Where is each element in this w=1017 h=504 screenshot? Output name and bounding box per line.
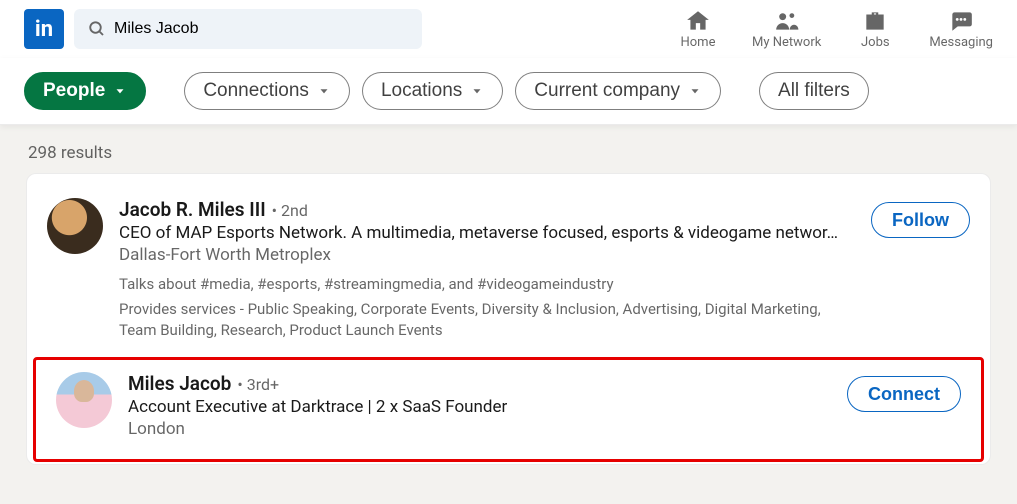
- connect-button[interactable]: Connect: [847, 376, 961, 412]
- person-name[interactable]: Jacob R. Miles III: [119, 198, 266, 221]
- filter-connections[interactable]: Connections: [184, 72, 350, 110]
- person-name[interactable]: Miles Jacob: [128, 372, 231, 395]
- result-row[interactable]: Jacob R. Miles III • 2nd CEO of MAP Espo…: [27, 182, 990, 355]
- person-headline: CEO of MAP Esports Network. A multimedia…: [119, 223, 855, 243]
- person-location: London: [128, 419, 831, 439]
- filter-people[interactable]: People: [24, 72, 146, 110]
- message-icon: [948, 8, 974, 34]
- chevron-down-icon: [688, 84, 702, 98]
- result-info: Miles Jacob • 3rd+ Account Executive at …: [128, 372, 831, 439]
- connection-degree: • 3rd+: [237, 375, 279, 394]
- filter-current-company[interactable]: Current company: [515, 72, 721, 110]
- highlighted-result: Miles Jacob • 3rd+ Account Executive at …: [33, 357, 984, 462]
- filter-locations[interactable]: Locations: [362, 72, 503, 110]
- nav-network[interactable]: My Network: [752, 8, 821, 50]
- person-location: Dallas-Fort Worth Metroplex: [119, 245, 855, 265]
- chevron-down-icon: [317, 84, 331, 98]
- search-input[interactable]: [74, 9, 422, 49]
- home-icon: [685, 8, 711, 34]
- nav-label: Jobs: [861, 35, 890, 50]
- briefcase-icon: [862, 8, 888, 34]
- result-row[interactable]: Miles Jacob • 3rd+ Account Executive at …: [36, 360, 981, 459]
- nav-messaging[interactable]: Messaging: [929, 8, 993, 50]
- chevron-down-icon: [470, 84, 484, 98]
- filter-label: Current company: [534, 80, 680, 102]
- nav-label: Messaging: [929, 35, 993, 50]
- chevron-down-icon: [113, 84, 127, 98]
- connection-degree: • 2nd: [272, 201, 308, 220]
- nav-label: My Network: [752, 35, 821, 50]
- search-container: [74, 9, 422, 49]
- results-count: 298 results: [0, 125, 1017, 173]
- nav-label: Home: [680, 35, 715, 50]
- results-card: Jacob R. Miles III • 2nd CEO of MAP Espo…: [26, 173, 991, 465]
- filter-label: People: [43, 80, 105, 102]
- person-services: Provides services - Public Speaking, Cor…: [119, 299, 855, 341]
- search-icon: [88, 20, 106, 38]
- nav-home[interactable]: Home: [668, 8, 728, 50]
- linkedin-logo[interactable]: in: [24, 9, 64, 49]
- nav-items: Home My Network Jobs Messaging: [668, 8, 993, 50]
- top-bar: in Home My Network Jobs Mes: [0, 0, 1017, 58]
- avatar[interactable]: [56, 372, 112, 428]
- avatar[interactable]: [47, 198, 103, 254]
- filter-all[interactable]: All filters: [759, 72, 869, 110]
- nav-jobs[interactable]: Jobs: [845, 8, 905, 50]
- filter-label: Connections: [203, 80, 309, 102]
- people-icon: [774, 8, 800, 34]
- person-headline: Account Executive at Darktrace | 2 x Saa…: [128, 397, 831, 417]
- filter-label: All filters: [778, 80, 850, 102]
- filter-bar: People Connections Locations Current com…: [0, 58, 1017, 125]
- result-info: Jacob R. Miles III • 2nd CEO of MAP Espo…: [119, 198, 855, 341]
- follow-button[interactable]: Follow: [871, 202, 970, 238]
- filter-label: Locations: [381, 80, 462, 102]
- person-talks-about: Talks about #media, #esports, #streaming…: [119, 275, 855, 293]
